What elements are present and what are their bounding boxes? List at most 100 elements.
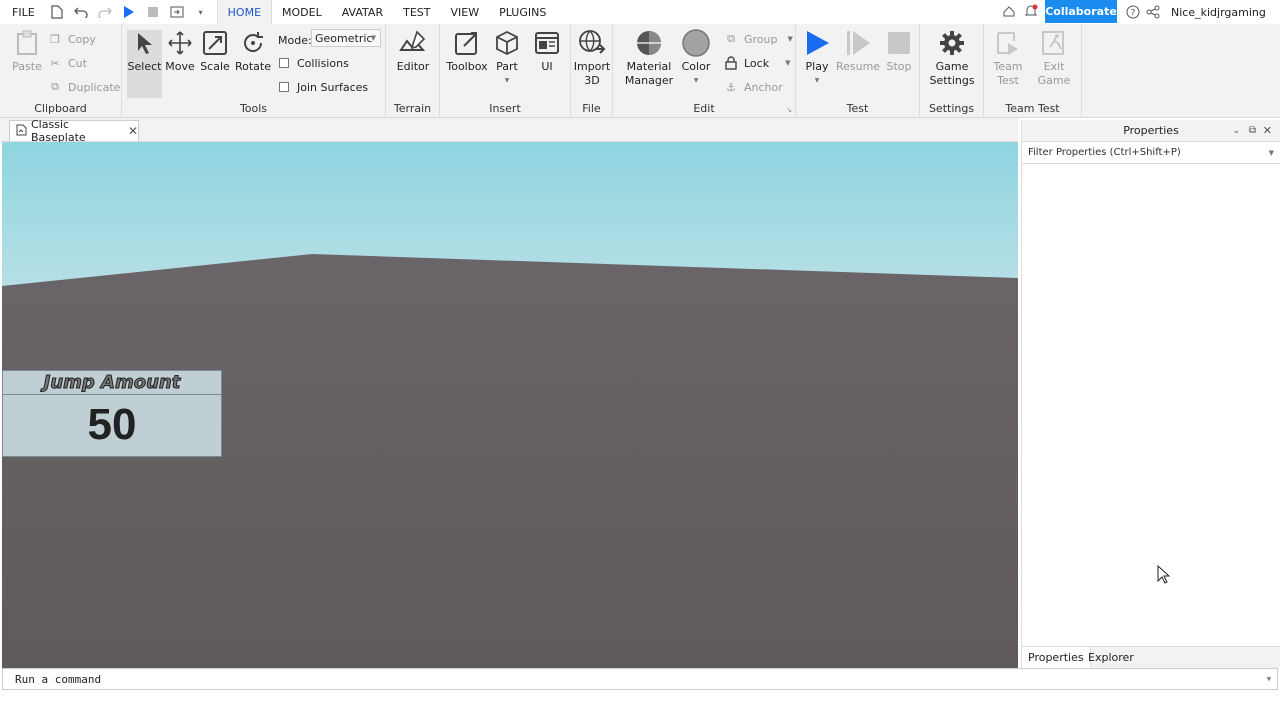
cut-icon: ✂	[50, 56, 60, 70]
play-button[interactable]: Play ▼	[802, 28, 832, 88]
mode-dropdown[interactable]: Geometric ▼	[311, 29, 381, 47]
chevron-down-icon: ▼	[787, 35, 793, 43]
properties-panel: Properties ⌄ ⧉ ✕ Filter Properties (Ctrl…	[1021, 120, 1280, 668]
game-settings-button[interactable]: Game Settings	[928, 28, 976, 88]
test-group-label: Test	[846, 102, 869, 115]
paste-icon	[12, 28, 42, 58]
close-tab-icon[interactable]: ✕	[128, 124, 138, 138]
tools-group-label: Tools	[239, 102, 268, 115]
resume-button[interactable]: Resume	[836, 28, 880, 74]
play-icon	[802, 28, 832, 58]
tab-properties[interactable]: Properties	[1022, 647, 1091, 668]
file-group-label: File	[582, 102, 601, 115]
quick-play-icon[interactable]	[121, 4, 137, 20]
tab-file[interactable]: FILE	[0, 0, 45, 24]
tab-avatar[interactable]: AVATAR	[332, 0, 393, 24]
script-document-icon	[16, 124, 27, 139]
group-icon: ⧉	[727, 32, 735, 45]
clipboard-group-label: Clipboard	[34, 102, 87, 115]
duplicate-button[interactable]: ⧉ Duplicate	[48, 78, 120, 96]
stop-icon	[884, 28, 914, 58]
quick-stop-icon[interactable]	[145, 4, 161, 20]
select-arrow-icon	[130, 28, 160, 58]
material-manager-button[interactable]: Material Manager	[625, 28, 673, 88]
quick-access-dropdown-icon[interactable]: ▾	[193, 4, 209, 20]
part-button[interactable]: Part ▼	[492, 28, 522, 88]
terrain-editor-button[interactable]: Editor	[396, 28, 430, 74]
import-3d-button[interactable]: Import 3D	[573, 28, 611, 88]
publish-icon[interactable]	[169, 4, 185, 20]
undo-icon[interactable]	[73, 4, 89, 20]
home-icon[interactable]	[1003, 5, 1015, 20]
clipboard-group: Paste ❐ Copy ✂ Cut ⧉ Duplicate Clipboard	[0, 24, 122, 118]
group-button[interactable]: ⧉ Group ▼	[724, 30, 793, 48]
properties-title: Properties	[1123, 124, 1179, 137]
toolbox-icon	[452, 28, 482, 58]
expand-group-icon[interactable]: ↘	[786, 106, 792, 114]
cut-button[interactable]: ✂ Cut	[48, 54, 87, 72]
tab-model[interactable]: MODEL	[272, 0, 332, 24]
copy-icon: ❐	[50, 32, 60, 46]
anchor-icon: ⚓	[726, 80, 736, 94]
close-panel-icon[interactable]: ✕	[1263, 124, 1272, 137]
toolbox-button[interactable]: Toolbox	[446, 28, 488, 74]
join-surfaces-checkbox[interactable]: Join Surfaces	[279, 78, 368, 96]
tab-plugins[interactable]: PLUGINS	[489, 0, 556, 24]
help-icon[interactable]: ?	[1126, 5, 1140, 22]
anchor-button[interactable]: ⚓ Anchor	[724, 78, 783, 96]
copy-button[interactable]: ❐ Copy	[48, 30, 96, 48]
filter-properties-input[interactable]: Filter Properties (Ctrl+Shift+P) ▼	[1022, 142, 1280, 164]
lock-icon	[724, 56, 738, 70]
tab-home[interactable]: HOME	[216, 0, 273, 24]
scale-tool-button[interactable]: Scale	[199, 28, 231, 74]
3d-viewport[interactable]: Jump Amount 50	[2, 142, 1018, 668]
test-group: Play ▼ Resume Stop Test	[796, 24, 920, 118]
chevron-down-icon: ▼	[814, 77, 820, 84]
settings-group-label: Settings	[928, 102, 975, 115]
color-swatch-icon	[681, 28, 711, 58]
team-test-button[interactable]: Team Test	[990, 28, 1026, 88]
chevron-down-icon: ▼	[693, 77, 699, 84]
tab-view[interactable]: VIEW	[440, 0, 489, 24]
rotate-tool-button[interactable]: Rotate	[234, 28, 272, 74]
stop-button[interactable]: Stop	[884, 28, 914, 74]
share-icon[interactable]	[1146, 5, 1160, 22]
lock-button[interactable]: Lock ▼	[724, 54, 790, 72]
properties-panel-header: Properties ⌄ ⧉ ✕	[1022, 120, 1280, 142]
exit-game-button[interactable]: Exit Game	[1036, 28, 1072, 88]
settings-group: Game Settings Settings	[920, 24, 984, 118]
move-arrows-icon	[165, 28, 195, 58]
redo-icon[interactable]	[97, 4, 113, 20]
tab-test[interactable]: TEST	[393, 0, 440, 24]
move-tool-button[interactable]: Move	[164, 28, 196, 74]
panel-menu-chevron-icon[interactable]: ⌄	[1232, 126, 1240, 136]
command-bar-input[interactable]: Run a command ▼	[2, 668, 1278, 690]
color-button[interactable]: Color ▼	[679, 28, 713, 88]
ui-window-icon	[532, 28, 562, 58]
notification-bell-icon[interactable]	[1024, 4, 1038, 21]
file-group: Import 3D File	[571, 24, 613, 118]
chevron-down-icon: ▼	[785, 59, 791, 67]
document-tab-classic-baseplate[interactable]: Classic Baseplate ✕	[9, 118, 139, 144]
chevron-down-icon[interactable]: ▼	[1269, 149, 1274, 157]
undock-panel-icon[interactable]: ⧉	[1249, 125, 1256, 136]
chevron-down-icon: ▼	[370, 34, 376, 42]
chevron-down-icon: ▼	[504, 77, 510, 84]
menu-bar: FILE ▾ HOME MODEL AVATAR TEST VIEW PLUGI…	[0, 0, 1280, 24]
ui-button[interactable]: UI	[532, 28, 562, 74]
team-test-group: Team Test Exit Game Team Test	[984, 24, 1082, 118]
part-cube-icon	[492, 28, 522, 58]
scale-icon	[200, 28, 230, 58]
team-test-icon	[993, 28, 1023, 58]
paste-button[interactable]: Paste	[10, 28, 44, 74]
username-label[interactable]: Nice_kidjrgaming	[1171, 0, 1266, 24]
new-file-icon[interactable]	[49, 4, 65, 20]
collisions-checkbox[interactable]: Collisions	[279, 54, 349, 72]
edit-group-label: Edit	[693, 102, 715, 115]
chevron-down-icon[interactable]: ▼	[1267, 675, 1271, 683]
select-tool-button[interactable]: Select	[127, 28, 162, 74]
tab-explorer[interactable]: Explorer	[1082, 647, 1140, 668]
collaborate-button[interactable]: Collaborate	[1045, 0, 1117, 23]
properties-list	[1022, 164, 1280, 646]
tools-group: Select Move Scale Rotate Mode: Geometric…	[122, 24, 386, 118]
